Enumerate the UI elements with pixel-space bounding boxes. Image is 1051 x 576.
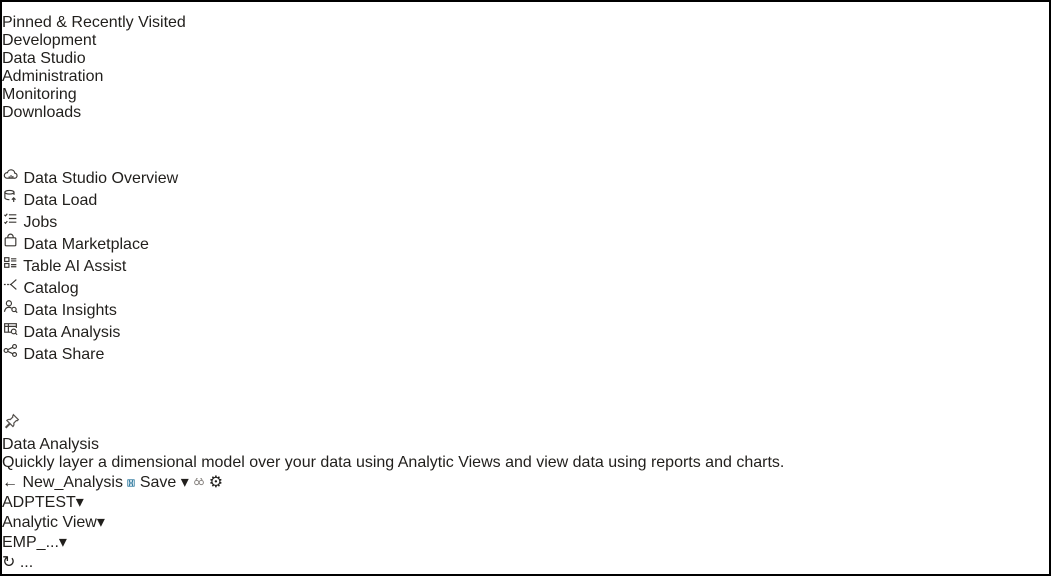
source-panel: ADPTEST▾ Analytic View▾ EMP_...▾ ↻ ... ▶…	[2, 492, 1049, 576]
sidebar-item-data-studio-overview[interactable]: Data Studio Overview	[2, 166, 1049, 188]
table-list-icon	[2, 254, 19, 271]
sidebar-item-table-ai-assist[interactable]: Table AI Assist	[2, 254, 1049, 276]
tree-item-ename: ▶Ename	[2, 572, 1049, 576]
preview-header: ← New_Analysis Save ▾ ⚙	[2, 472, 1049, 492]
schema-select: ADPTEST▾	[2, 492, 1049, 512]
save-icon	[127, 479, 135, 487]
sidebar-item-jobs[interactable]: Jobs	[2, 210, 1049, 232]
sidebar-item-data-marketplace[interactable]: Data Marketplace	[2, 232, 1049, 254]
checklist-icon	[2, 210, 19, 227]
main-content: Data Analysis Quickly layer a dimensiona…	[2, 412, 1049, 576]
tab-downloads[interactable]: Downloads	[2, 104, 1049, 122]
annotation-box-data-analysis	[2, 364, 226, 412]
data-analysis-preview-image: ← New_Analysis Save ▾ ⚙ ADPTEST▾	[2, 472, 1049, 576]
sidebar: Data Studio Overview Data Load Jobs Data…	[2, 166, 1049, 412]
tab-pinned-recently-visited[interactable]: Pinned & Recently Visited	[2, 14, 1049, 32]
analytic-view-select: EMP_...▾	[2, 532, 1049, 552]
pushpin-icon[interactable]	[2, 418, 21, 435]
sidebar-item-data-analysis[interactable]: Data Analysis	[2, 320, 1049, 342]
save-button: Save ▾	[127, 474, 193, 491]
sidebar-item-catalog[interactable]: Catalog	[2, 276, 1049, 298]
back-arrow-icon: ←	[2, 474, 18, 491]
tab-data-studio[interactable]: Data Studio	[2, 50, 1049, 68]
page-title: Data Analysis	[2, 436, 1049, 454]
cloud-chart-icon	[2, 166, 19, 183]
sidebar-item-data-load[interactable]: Data Load	[2, 188, 1049, 210]
person-search-icon	[2, 298, 19, 315]
more-actions-button: ...	[20, 554, 33, 571]
annotation-box-data-studio	[2, 122, 92, 166]
table-search-icon	[2, 320, 19, 337]
shopping-bag-icon	[2, 232, 19, 249]
database-upload-icon	[2, 188, 19, 205]
share-nodes-icon	[2, 342, 19, 359]
refresh-icon: ↻	[2, 554, 15, 571]
view-type-select: Analytic View▾	[2, 512, 1049, 532]
top-tab-bar: Pinned & Recently Visited Development Da…	[2, 14, 1049, 122]
tab-monitoring[interactable]: Monitoring	[2, 86, 1049, 104]
decorative-banner	[2, 2, 1049, 14]
sidebar-item-data-share[interactable]: Data Share	[2, 342, 1049, 364]
tab-administration[interactable]: Administration	[2, 68, 1049, 86]
sidebar-item-data-insights[interactable]: Data Insights	[2, 298, 1049, 320]
analysis-title: New_Analysis	[22, 474, 122, 491]
gear-icon: ⚙	[209, 474, 223, 491]
tab-development[interactable]: Development	[2, 32, 1049, 50]
merge-arrow-icon	[2, 276, 19, 293]
app-window: Pinned & Recently Visited Development Da…	[0, 0, 1051, 576]
binoculars-icon	[193, 476, 204, 487]
page-description: Quickly layer a dimensional model over y…	[2, 454, 1049, 472]
